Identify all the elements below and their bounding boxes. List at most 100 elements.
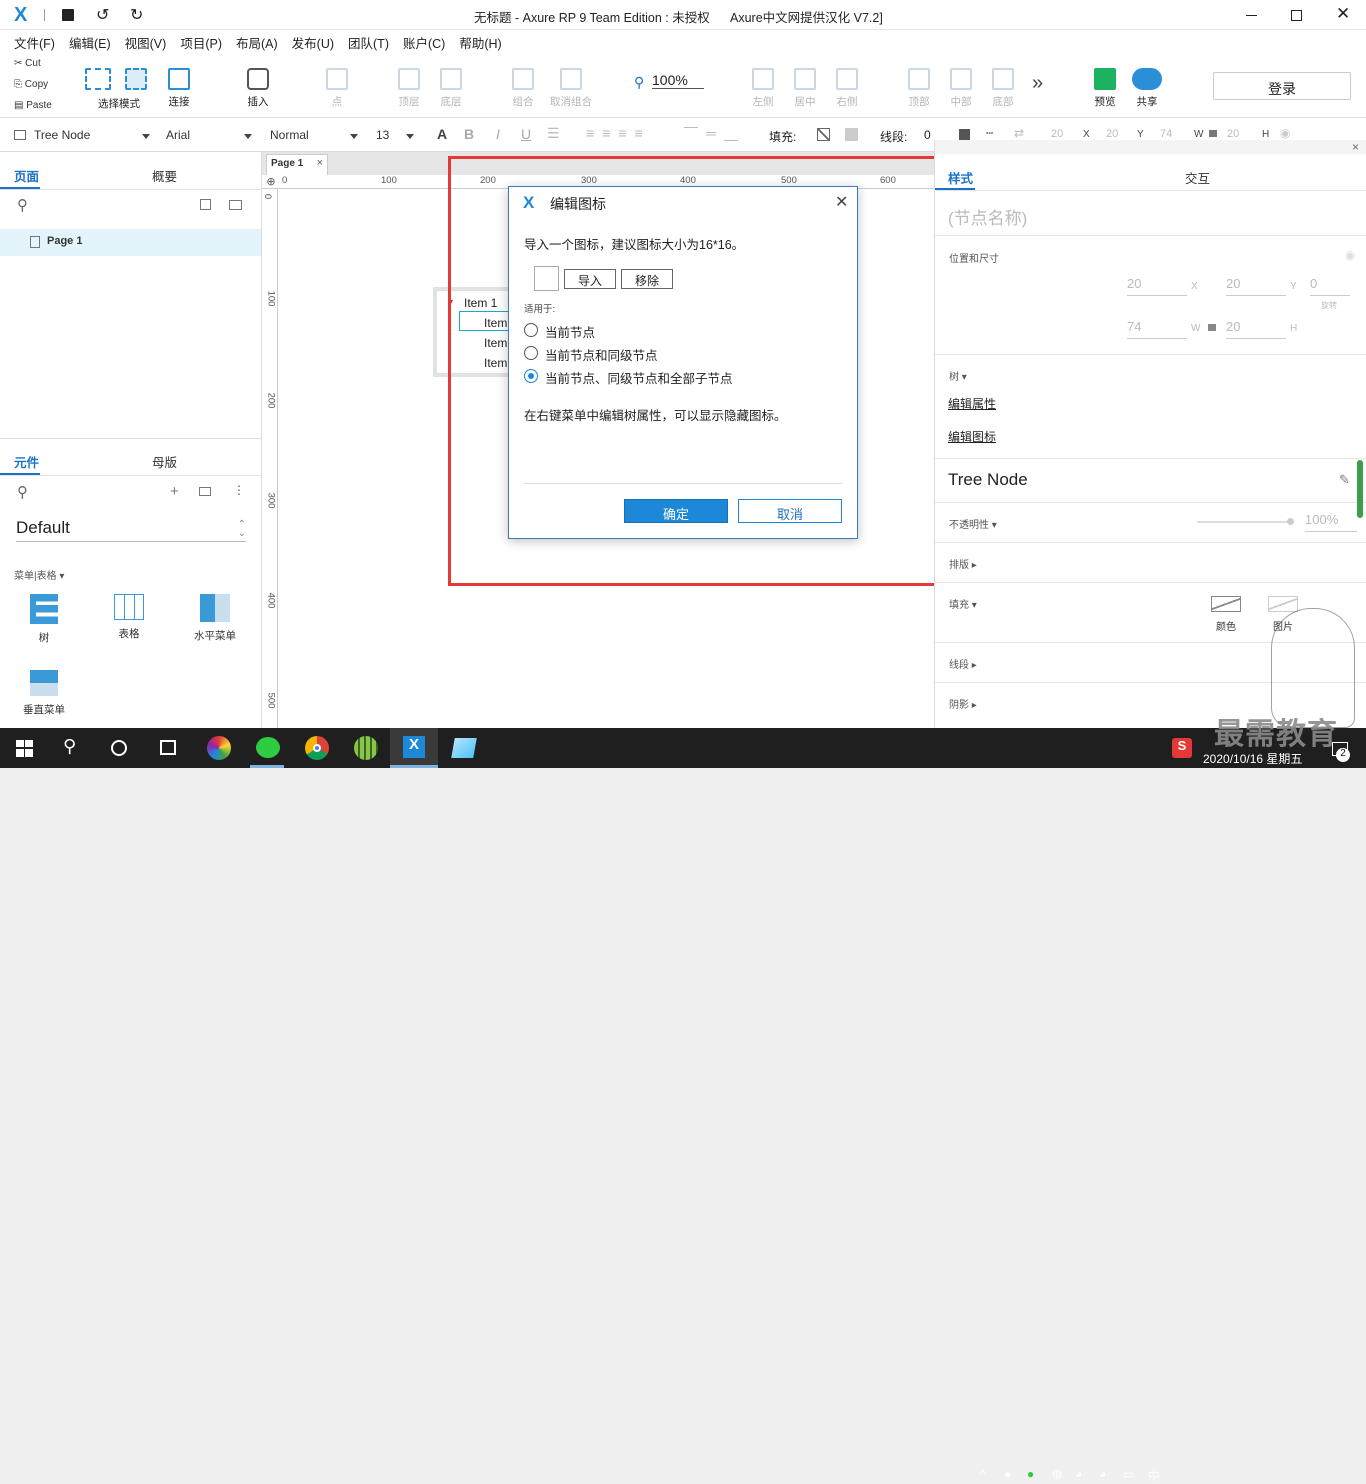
library-select[interactable]: Default ⌃ ⌄: [16, 518, 246, 542]
format-x-input[interactable]: 20: [1051, 128, 1063, 140]
text-color-icon[interactable]: A: [437, 126, 447, 142]
dialog-close-icon[interactable]: ✕: [835, 192, 848, 212]
font-size-select[interactable]: 13: [376, 124, 418, 146]
bold-icon[interactable]: B: [464, 126, 474, 142]
shadow-section-label[interactable]: 阴影 ▸: [949, 696, 977, 711]
task-view-icon[interactable]: [160, 740, 176, 755]
radio-current[interactable]: [524, 323, 538, 337]
tray-bell-icon[interactable]: ●: [1004, 1467, 1011, 1481]
align-left-button[interactable]: 左侧: [748, 68, 778, 109]
align-text-icons[interactable]: ≡≡≡≡: [586, 125, 651, 141]
widget-horizontal-menu[interactable]: 水平菜单: [180, 594, 250, 643]
w-input[interactable]: 74: [1127, 319, 1187, 339]
add-page-icon[interactable]: [200, 199, 211, 210]
fill-color-swatch[interactable]: [1211, 596, 1241, 612]
zoom-select[interactable]: 100%: [652, 72, 704, 89]
library-more-icon[interactable]: ⋮: [233, 483, 245, 497]
edit-style-icon[interactable]: ✎: [1339, 472, 1350, 488]
menu-team[interactable]: 团队(T): [341, 30, 396, 52]
redo-icon[interactable]: ↻: [130, 5, 143, 25]
menu-view[interactable]: 视图(V): [118, 30, 174, 52]
aspect-lock-icon[interactable]: [1208, 324, 1216, 331]
menu-arrange[interactable]: 布局(A): [229, 30, 285, 52]
line-style-icon[interactable]: ┅: [986, 126, 993, 140]
tab-pages[interactable]: 页面: [14, 166, 39, 185]
ime-indicator[interactable]: 中: [1148, 1467, 1160, 1484]
tray-app-icon[interactable]: ◍: [1052, 1467, 1062, 1481]
close-tab-icon[interactable]: ×: [317, 157, 323, 169]
cancel-button[interactable]: 取消: [738, 499, 842, 523]
opacity-input[interactable]: 100%: [1305, 512, 1357, 532]
widget-type-select[interactable]: Tree Node: [14, 124, 154, 146]
paste-button[interactable]: ▤ Paste: [14, 100, 52, 111]
menu-account[interactable]: 账户(C): [396, 30, 452, 52]
rotation-input[interactable]: 0: [1310, 276, 1350, 296]
page-tab[interactable]: Page 1 ×: [266, 154, 328, 175]
format-h-input[interactable]: 20: [1227, 128, 1239, 140]
tab-masters[interactable]: 母版: [152, 452, 177, 471]
axure-taskbar-icon[interactable]: X: [390, 728, 438, 768]
font-style-select[interactable]: Normal: [270, 124, 362, 146]
italic-icon[interactable]: I: [496, 126, 500, 142]
cut-button[interactable]: ✂ Cut: [14, 58, 41, 69]
x-input[interactable]: 20: [1127, 276, 1187, 296]
widget-table[interactable]: 表格: [94, 594, 164, 641]
tray-qq2-icon[interactable]: ◕: [1099, 1467, 1106, 1481]
remove-button[interactable]: 移除: [621, 269, 673, 289]
tab-style[interactable]: 样式: [948, 168, 973, 187]
align-middle-button[interactable]: 中部: [946, 68, 976, 109]
arrow-style-icon[interactable]: ⇄: [1014, 126, 1024, 140]
style-name[interactable]: Tree Node: [948, 470, 1028, 490]
radio-all[interactable]: [524, 369, 538, 383]
maximize-icon[interactable]: [1291, 10, 1302, 21]
wechat-icon[interactable]: [256, 737, 280, 758]
tree-section-label[interactable]: 树 ▾: [949, 368, 967, 383]
align-center-button[interactable]: 居中: [790, 68, 820, 109]
menu-file[interactable]: 文件(F): [7, 30, 62, 52]
top-layer-button[interactable]: 顶层: [394, 68, 424, 109]
pos-visibility-icon[interactable]: ◉: [1345, 248, 1355, 262]
menu-edit[interactable]: 编辑(E): [62, 30, 118, 52]
share-button[interactable]: 共享: [1130, 68, 1164, 109]
tray-battery-icon[interactable]: ▭: [1123, 1467, 1134, 1481]
menu-project[interactable]: 项目(P): [173, 30, 229, 52]
more-tools-button[interactable]: »: [1032, 72, 1043, 95]
y-input[interactable]: 20: [1226, 276, 1286, 296]
fill-image-swatch[interactable]: [1268, 596, 1298, 612]
layout-label[interactable]: 排版 ▸: [949, 556, 977, 571]
radio-siblings[interactable]: [524, 346, 538, 360]
login-button[interactable]: 登录: [1213, 72, 1351, 100]
cortana-icon[interactable]: [111, 740, 127, 756]
bottom-layer-button[interactable]: 底层: [436, 68, 466, 109]
lock-icon[interactable]: [1209, 130, 1217, 137]
align-top-button[interactable]: 顶部: [904, 68, 934, 109]
close-panel-icon[interactable]: ×: [1352, 140, 1359, 154]
menu-publish[interactable]: 发布(U): [285, 30, 341, 52]
point-button[interactable]: 点: [322, 68, 352, 109]
copy-button[interactable]: ⎘ Copy: [14, 79, 48, 90]
add-library-icon[interactable]: +: [170, 483, 179, 500]
valign-text-icons[interactable]: ⎺═⎽: [684, 125, 746, 142]
insert-button[interactable]: 插入: [238, 68, 278, 109]
opacity-slider[interactable]: [1197, 521, 1291, 523]
tab-outline[interactable]: 概要: [152, 166, 177, 185]
ungroup-button[interactable]: 取消组合: [548, 68, 594, 109]
ok-button[interactable]: 确定: [624, 499, 728, 523]
format-w-input[interactable]: 74: [1160, 128, 1172, 140]
undo-icon[interactable]: ↺: [96, 5, 109, 25]
h-input[interactable]: 20: [1226, 319, 1286, 339]
select-contain-button[interactable]: [122, 68, 150, 94]
visibility-icon[interactable]: ◉: [1280, 126, 1290, 140]
close-icon[interactable]: ✕: [1336, 4, 1350, 24]
library-search-icon[interactable]: ⚲: [17, 483, 28, 501]
tray-chevron-icon[interactable]: ^: [980, 1467, 986, 1481]
group-button[interactable]: 组合: [508, 68, 538, 109]
connect-button[interactable]: 连接: [160, 68, 198, 109]
line-width-input[interactable]: 0: [924, 128, 931, 142]
green-app-icon[interactable]: [354, 736, 378, 760]
font-family-select[interactable]: Arial: [166, 124, 256, 146]
align-right-button[interactable]: 右侧: [832, 68, 862, 109]
widget-tree[interactable]: 树: [9, 594, 79, 645]
tab-interactions[interactable]: 交互: [1185, 168, 1210, 187]
minimize-icon[interactable]: [1246, 15, 1257, 16]
